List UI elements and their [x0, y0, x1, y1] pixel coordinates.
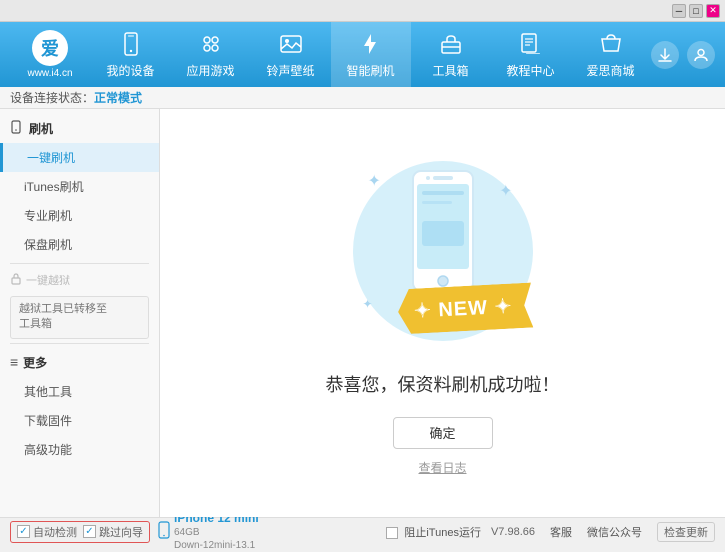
nav-item-smart-flash[interactable]: 智能刷机 [331, 22, 411, 87]
nav-label-my-device: 我的设备 [106, 62, 154, 79]
device-status-bar: 设备连接状态： 正常模式 [0, 87, 725, 109]
more-section-icon: ≡ [10, 354, 18, 370]
close-button[interactable]: ✕ [706, 4, 720, 18]
auto-detect-label: 自动检测 [33, 524, 77, 540]
nav-label-tutorial: 教程中心 [506, 62, 554, 79]
sidebar-divider-2 [10, 343, 149, 344]
success-text: 恭喜您，保资料刷机成功啦！ [326, 371, 560, 397]
sparkle-2: ✦ [499, 181, 512, 201]
device-storage: 64GB [174, 526, 259, 539]
skip-wizard-check[interactable] [83, 525, 96, 538]
sidebar-item-download-firmware[interactable]: 下载固件 [0, 406, 159, 435]
device-model: Down-12mini-13.1 [174, 539, 259, 552]
download-button[interactable] [651, 41, 679, 69]
nav-icon-wallpaper [277, 30, 305, 58]
new-badge: ✦ NEW ✦ [398, 286, 532, 331]
version-text: V7.98.66 [491, 526, 535, 538]
nav-item-wallpaper[interactable]: 铃声壁纸 [251, 22, 331, 87]
nav-bar: 爱 www.i4.cn 我的设备 [0, 22, 725, 87]
logo[interactable]: 爱 www.i4.cn [10, 30, 90, 79]
sidebar-item-advanced[interactable]: 高级功能 [0, 435, 159, 464]
nav-item-tutorial[interactable]: 教程中心 [491, 22, 571, 87]
phone-svg [408, 166, 478, 296]
device-status-label: 设备连接状态： [10, 89, 94, 106]
view-log-link[interactable]: 查看日志 [418, 459, 466, 476]
sparkle-1: ✦ [368, 171, 381, 191]
nav-label-wallpaper: 铃声壁纸 [266, 62, 314, 79]
nav-label-toolbox: 工具箱 [432, 62, 468, 79]
nav-icon-store [597, 30, 625, 58]
user-button[interactable] [687, 41, 715, 69]
sidebar: 刷机 一键刷机 iTunes刷机 专业刷机 保盘刷机 一键越狱 越狱工具已 [0, 109, 160, 517]
nav-label-smart-flash: 智能刷机 [346, 62, 394, 79]
lock-icon [10, 273, 22, 288]
confirm-button[interactable]: 确定 [393, 417, 493, 449]
minimize-button[interactable]: ─ [672, 4, 686, 18]
sidebar-item-other-tools[interactable]: 其他工具 [0, 377, 159, 406]
sidebar-section-more: ≡ 更多 [0, 348, 159, 377]
customer-service-link[interactable]: 客服 [550, 524, 572, 540]
checkbox-group: 自动检测 跳过向导 [10, 521, 150, 543]
wechat-link[interactable]: 微信公众号 [587, 524, 642, 540]
sidebar-item-pro-flash[interactable]: 专业刷机 [0, 201, 159, 230]
main-layout: 刷机 一键刷机 iTunes刷机 专业刷机 保盘刷机 一键越狱 越狱工具已 [0, 109, 725, 517]
status-bar-right: V7.98.66 客服 微信公众号 检查更新 [491, 522, 715, 542]
auto-detect-checkbox[interactable]: 自动检测 [17, 524, 77, 540]
device-icon [158, 521, 170, 542]
jailbreak-notice: 越狱工具已转移至工具箱 [10, 296, 149, 339]
itunes-status: 阻止iTunes运行 [386, 524, 481, 540]
flash-section-icon [10, 120, 24, 137]
nav-icon-apps [197, 30, 225, 58]
nav-icon-toolbox [437, 30, 465, 58]
auto-detect-check[interactable] [17, 525, 30, 538]
sidebar-item-itunes-flash[interactable]: iTunes刷机 [0, 172, 159, 201]
flash-section-label: 刷机 [29, 120, 53, 137]
nav-icon-smart-flash [357, 30, 385, 58]
nav-icon-tutorial [517, 30, 545, 58]
status-bar: 自动检测 跳过向导 iPhone 12 mini 64GB Down-12min… [0, 517, 725, 545]
nav-item-toolbox[interactable]: 工具箱 [411, 22, 491, 87]
nav-item-store[interactable]: 爱思商城 [571, 22, 651, 87]
skip-wizard-checkbox[interactable]: 跳过向导 [83, 524, 143, 540]
logo-url: www.i4.cn [27, 68, 72, 79]
check-update-button[interactable]: 检查更新 [657, 522, 715, 542]
nav-item-my-device[interactable]: 我的设备 [91, 22, 171, 87]
window-controls[interactable]: ─ □ ✕ [672, 4, 720, 18]
new-ribbon-text: ✦ NEW ✦ [397, 282, 533, 334]
phone-illustration: ✦ ✦ ✦ [343, 151, 543, 351]
sidebar-item-save-flash[interactable]: 保盘刷机 [0, 230, 159, 259]
title-bar: ─ □ ✕ [0, 0, 725, 22]
skip-wizard-label: 跳过向导 [99, 524, 143, 540]
maximize-button[interactable]: □ [689, 4, 703, 18]
sidebar-section-flash: 刷机 [0, 114, 159, 143]
nav-label-apps: 应用游戏 [186, 62, 234, 79]
nav-right [651, 41, 715, 69]
sidebar-divider-1 [10, 263, 149, 264]
nav-items: 我的设备 应用游戏 铃声壁纸 [90, 22, 651, 87]
nav-item-apps[interactable]: 应用游戏 [171, 22, 251, 87]
content-area: ✦ ✦ ✦ [160, 109, 725, 517]
sparkle-3: ✦ [363, 297, 373, 311]
nav-label-store: 爱思商城 [586, 62, 634, 79]
itunes-stop-checkbox[interactable] [386, 527, 398, 539]
more-section-label: 更多 [23, 354, 47, 371]
sidebar-item-one-click-flash[interactable]: 一键刷机 [0, 143, 159, 172]
logo-icon: 爱 [32, 30, 68, 66]
device-status-mode: 正常模式 [94, 89, 142, 106]
nav-icon-my-device [117, 30, 145, 58]
sidebar-section-jailbreak: 一键越狱 [0, 268, 159, 292]
